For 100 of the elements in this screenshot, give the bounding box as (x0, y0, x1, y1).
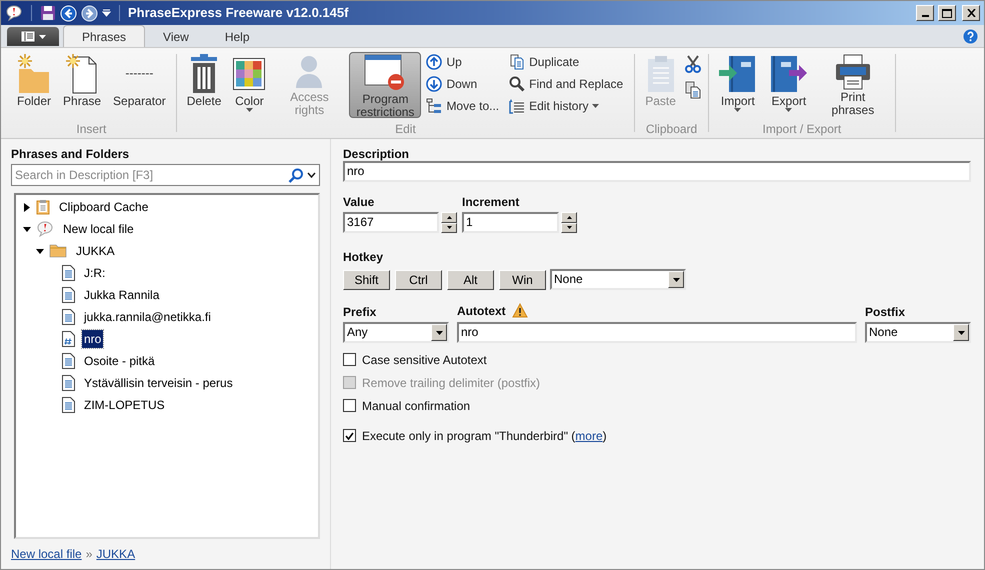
dropdown[interactable]: None (865, 322, 971, 343)
folder-icon (49, 244, 67, 258)
speech-bubble-icon (36, 221, 54, 237)
maximize-button[interactable] (938, 5, 956, 21)
ribbon-tab[interactable]: View (145, 27, 207, 47)
document-icon (62, 265, 75, 281)
ribbon-button[interactable]: Delete (182, 52, 226, 118)
field-label: Value (343, 194, 374, 208)
color-grid-icon (233, 58, 266, 90)
checkbox-label: Case sensitive Autotext (362, 352, 487, 368)
breadcrumb-link[interactable]: New local file (11, 545, 82, 563)
ribbon-button[interactable]: Import (714, 52, 761, 118)
minimize-button[interactable] (916, 5, 934, 21)
caret-icon (785, 108, 792, 112)
group-label: Insert (75, 121, 108, 138)
export-book-icon (768, 54, 809, 94)
modifier-key-button[interactable]: Ctrl (395, 270, 442, 290)
search-icon (509, 76, 526, 92)
expanded-arrow-icon[interactable] (36, 246, 44, 256)
new-document-icon (65, 53, 100, 95)
checkbox[interactable] (343, 353, 356, 366)
tree-item[interactable]: Osoite - pitkä (82, 352, 157, 370)
checkbox-label: Remove trailing delimiter (postfix) (362, 374, 540, 392)
tree-item[interactable]: New local file (61, 220, 136, 238)
more-link[interactable]: more (575, 428, 603, 442)
ribbon-button[interactable]: Folder (13, 52, 56, 118)
search-field[interactable]: Search in Description [F3] (15, 166, 288, 184)
checkbox-label: Manual confirmation (362, 398, 470, 414)
caret-icon (958, 330, 964, 334)
window-title: PhraseExpress Freeware v12.0.145f (128, 4, 348, 22)
printer-icon (834, 54, 871, 90)
caret-icon (436, 330, 442, 334)
clipboard-icon (646, 54, 676, 94)
ribbon-button[interactable]: Duplicate (508, 52, 624, 71)
ribbon-tab[interactable]: Phrases (63, 25, 146, 47)
ribbon-button[interactable]: Print phrases (816, 52, 889, 118)
ribbon-button[interactable]: ------- Separator (109, 52, 170, 118)
checkbox[interactable] (343, 399, 356, 412)
document-icon (62, 287, 75, 303)
modifier-key-button[interactable]: Alt (447, 270, 494, 290)
save-icon[interactable] (40, 5, 56, 21)
back-icon[interactable] (60, 4, 77, 22)
import-book-icon (718, 54, 757, 94)
tree-item[interactable]: Jukka Rannila (82, 286, 162, 304)
field-label: Description (343, 146, 410, 160)
caret-icon[interactable] (307, 172, 316, 178)
cut-icon[interactable] (684, 54, 702, 74)
ribbon-button[interactable]: Export (764, 52, 813, 118)
value-field[interactable]: 3167 (343, 212, 439, 233)
ribbon-button[interactable]: Find and Replace (508, 74, 624, 93)
field-label: Autotext (457, 302, 506, 320)
group-label: Import / Export (762, 121, 842, 138)
new-folder-icon (17, 53, 51, 95)
clipboard-icon (36, 199, 50, 215)
search-box[interactable]: Search in Description [F3] (11, 164, 320, 186)
tree-item[interactable]: ZIM-LOPETUS (82, 396, 167, 414)
description-field[interactable]: nro (343, 161, 971, 182)
tree-item[interactable]: nro (82, 330, 104, 348)
app-menu-button[interactable] (7, 27, 59, 46)
search-icon[interactable] (288, 168, 304, 182)
help-icon[interactable] (963, 29, 978, 44)
copy-icon[interactable] (684, 80, 702, 100)
modifier-key-button[interactable]: Shift (343, 270, 390, 290)
ribbon-button[interactable]: Move to... (425, 96, 500, 115)
close-button[interactable] (962, 5, 980, 21)
group-label: Edit (394, 121, 417, 138)
forward-icon[interactable] (81, 4, 98, 22)
ribbon-button[interactable]: Edit history (508, 96, 624, 115)
ribbon-button[interactable]: Phrase (59, 52, 106, 118)
dropdown[interactable]: None (550, 269, 686, 290)
modifier-key-button[interactable]: Win (499, 270, 546, 290)
dropdown[interactable]: Any (343, 322, 449, 343)
spinner[interactable] (441, 212, 457, 233)
checkbox[interactable] (343, 429, 356, 442)
tree-item[interactable]: JUKKA (74, 242, 117, 260)
tree-item[interactable]: Clipboard Cache (57, 198, 150, 216)
panel-title: Phrases and Folders (11, 146, 130, 163)
ribbon-button[interactable]: Color (229, 52, 270, 118)
spinner[interactable] (561, 212, 577, 233)
collapsed-arrow-icon[interactable] (23, 202, 31, 212)
caret-icon (246, 108, 253, 112)
ribbon-button[interactable]: Down (425, 74, 500, 93)
document-icon (62, 375, 75, 391)
speech-bubble-icon[interactable] (5, 4, 23, 22)
autotext-field[interactable]: nro (457, 322, 857, 343)
tree-item[interactable]: J:R: (82, 264, 108, 282)
expanded-arrow-icon[interactable] (23, 224, 31, 234)
close-icon (966, 9, 976, 17)
number-document-icon (62, 331, 75, 347)
ribbon-tab[interactable]: Help (206, 27, 268, 47)
increment-field[interactable]: 1 (462, 212, 559, 233)
document-icon (62, 353, 75, 369)
field-label: Increment (462, 194, 520, 208)
tree-item[interactable]: jukka.rannila@netikka.fi (82, 308, 213, 326)
trash-icon (189, 53, 220, 95)
breadcrumb-link[interactable]: JUKKA (96, 545, 136, 563)
ribbon-button[interactable]: Up (425, 52, 500, 71)
ribbon-button[interactable]: Program restrictions (349, 52, 422, 118)
tree-item[interactable]: Ystävällisin terveisin - perus (82, 374, 235, 392)
caret-icon (592, 104, 600, 108)
